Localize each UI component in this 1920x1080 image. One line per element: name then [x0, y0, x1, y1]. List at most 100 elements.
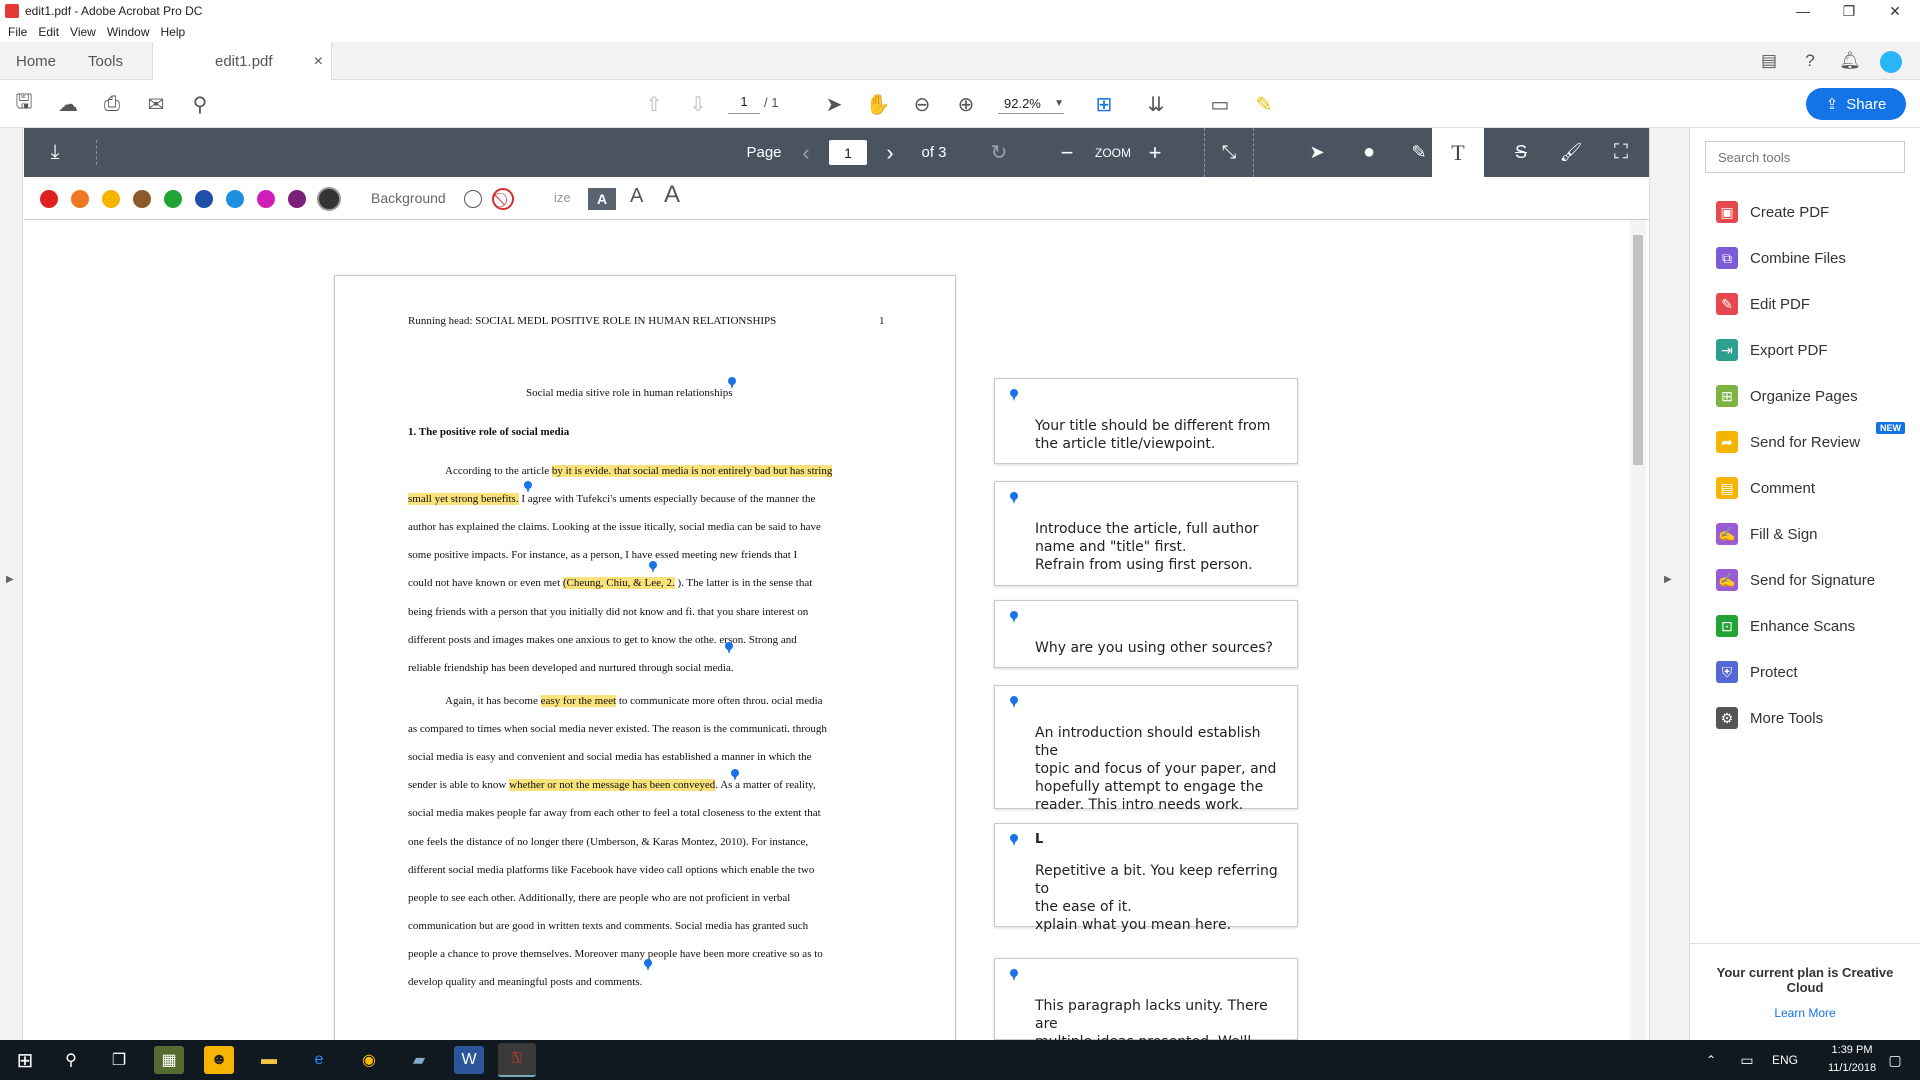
comment-card[interactable]: Your title should be different from the a… [994, 378, 1298, 464]
color-swatch-brown[interactable] [133, 190, 151, 208]
text-tool-icon[interactable]: T [1432, 128, 1484, 177]
menu-edit[interactable]: Edit [38, 25, 59, 39]
word-icon[interactable]: W [454, 1046, 484, 1074]
comment-bubble-icon[interactable]: ▤ [1755, 47, 1783, 75]
minimize-button[interactable]: — [1780, 0, 1826, 22]
highlighted-text[interactable]: whether or not the message has been conv… [509, 779, 716, 792]
prev-page-chevron-icon[interactable]: ‹ [794, 128, 818, 177]
file-explorer-icon[interactable]: ▬ [254, 1046, 284, 1074]
collapse-view-icon[interactable]: ⤡ [1204, 128, 1254, 177]
color-swatch-red[interactable] [40, 190, 58, 208]
tool-create-pdf[interactable]: ▣ Create PDF [1716, 200, 1829, 224]
comment-pin-icon[interactable] [523, 481, 533, 493]
tab-document[interactable]: edit1.pdf × [152, 42, 332, 81]
comment-pin-icon[interactable] [648, 561, 658, 573]
area-select-icon[interactable]: ⛶ [1606, 128, 1636, 177]
tool-combine-files[interactable]: ⧉ Combine Files [1716, 246, 1846, 270]
zoom-minus-icon[interactable]: − [1052, 128, 1082, 177]
keyboard-icon[interactable]: ▭ [1732, 1046, 1762, 1074]
color-swatch-green[interactable] [164, 190, 182, 208]
close-window-button[interactable]: ✕ [1872, 0, 1918, 22]
zoom-dropdown[interactable]: 92.2% ▼ [998, 94, 1064, 114]
comment-pin-icon[interactable] [727, 377, 737, 389]
learn-more-link[interactable]: Learn More [1705, 1006, 1905, 1020]
add-comment-icon[interactable]: ▭ [1206, 90, 1234, 118]
avatar[interactable] [1880, 51, 1902, 73]
highlighted-text[interactable]: (Cheung, Chiu, & Lee, 2. [562, 577, 675, 590]
save-icon[interactable]: 🖫 [10, 90, 38, 118]
comment-card[interactable]: L Repetitive a bit. You keep referring to… [994, 823, 1298, 933]
tab-tools[interactable]: Tools [88, 42, 123, 80]
app-icon[interactable]: ▦ [154, 1046, 184, 1074]
windows-start-icon[interactable]: ⊞ [10, 1046, 40, 1074]
tool-more-tools[interactable]: ⚙ More Tools [1716, 706, 1823, 730]
highlighted-text[interactable]: by it is evide. that social media is not… [551, 465, 833, 477]
comment-pin-icon[interactable] [724, 642, 734, 654]
select-arrow-icon[interactable]: ➤ [820, 90, 848, 118]
scroll-mode-icon[interactable]: ⇊ [1142, 90, 1170, 118]
menu-file[interactable]: File [8, 25, 27, 39]
comment-pin-icon[interactable] [730, 769, 740, 781]
app-icon[interactable]: ▰ [404, 1046, 434, 1074]
font-size-small-icon[interactable]: A [588, 188, 616, 210]
tool-send-signature[interactable]: ✍ Send for Signature [1716, 568, 1875, 592]
upload-cloud-icon[interactable]: ☁ [54, 90, 82, 118]
help-icon[interactable]: ? [1796, 47, 1824, 75]
tool-comment[interactable]: ▤ Comment [1716, 476, 1815, 500]
page-input[interactable]: 1 [829, 140, 867, 165]
comment-card[interactable]: An introduction should establish the topi… [994, 685, 1298, 813]
pin-tool-icon[interactable]: ● [1354, 128, 1384, 177]
email-icon[interactable]: ✉ [142, 90, 170, 118]
action-center-icon[interactable]: ▢ [1880, 1046, 1910, 1074]
zoom-in-icon[interactable]: ⊕ [952, 90, 980, 118]
tray-chevron-up-icon[interactable]: ⌃ [1696, 1046, 1726, 1074]
share-button[interactable]: ⇪ Share [1806, 88, 1906, 120]
collapse-right-panel-icon[interactable]: ▶ [1664, 574, 1672, 585]
menu-view[interactable]: View [70, 25, 96, 39]
tool-enhance-scans[interactable]: ⊡ Enhance Scans [1716, 614, 1855, 638]
comment-pin-icon[interactable] [643, 959, 653, 971]
tool-edit-pdf[interactable]: ✎ Edit PDF [1716, 292, 1810, 316]
pointer-tool-icon[interactable]: ➤ [1302, 128, 1332, 177]
color-swatch-orange[interactable] [71, 190, 89, 208]
tool-organize-pages[interactable]: ⊞ Organize Pages [1716, 384, 1858, 408]
color-swatch-black-selected[interactable] [317, 187, 341, 211]
fit-page-icon[interactable]: ⊞ [1090, 90, 1118, 118]
font-size-large-icon[interactable]: A [664, 181, 680, 209]
chrome-icon[interactable]: ◉ [354, 1046, 384, 1074]
rotate-icon[interactable]: ↻ [984, 128, 1014, 177]
task-view-icon[interactable]: ❐ [104, 1046, 134, 1074]
pen-tool-icon[interactable]: ✎ [1404, 128, 1434, 177]
tab-close-icon[interactable]: × [314, 53, 323, 71]
color-swatch-light-blue[interactable] [226, 190, 244, 208]
highlighted-text[interactable]: small yet strong benefits. [408, 493, 519, 506]
print-icon[interactable]: ⎙ [98, 90, 126, 118]
no-fill-icon[interactable]: ⃠ [492, 188, 514, 210]
tool-fill-sign[interactable]: ✍ Fill & Sign [1716, 522, 1818, 546]
document-page[interactable]: Running head: SOCIAL MEDL POSITIVE ROLE … [334, 275, 956, 1045]
vertical-scrollbar[interactable] [1630, 220, 1646, 1040]
search-icon[interactable]: ⚲ [186, 90, 214, 118]
zoom-out-icon[interactable]: ⊖ [908, 90, 936, 118]
hand-tool-icon[interactable]: ✋ [864, 90, 892, 118]
tab-home[interactable]: Home [16, 42, 56, 80]
page-number-input[interactable]: 1 [728, 94, 760, 114]
background-none-radio[interactable] [464, 190, 482, 208]
tool-protect[interactable]: ⛨ Protect [1716, 660, 1798, 684]
expand-left-panel-icon[interactable]: ▶ [6, 574, 14, 585]
color-swatch-magenta[interactable] [257, 190, 275, 208]
notification-bell-icon[interactable]: 🔔︎ [1836, 47, 1864, 75]
strikethrough-tool-icon[interactable]: S [1506, 128, 1536, 177]
internet-explorer-icon[interactable]: e [304, 1046, 334, 1074]
next-page-chevron-icon[interactable]: › [878, 128, 902, 177]
comment-card[interactable]: Introduce the article, full author name a… [994, 481, 1298, 586]
acrobat-taskbar-icon[interactable]: ⍂ [498, 1043, 536, 1077]
taskbar-search-icon[interactable]: ⚲ [56, 1046, 86, 1074]
color-swatch-purple[interactable] [288, 190, 306, 208]
app-icon[interactable]: ☻ [204, 1046, 234, 1074]
next-page-icon[interactable]: ⇩ [684, 90, 712, 118]
previous-page-icon[interactable]: ⇧ [640, 90, 668, 118]
zoom-plus-icon[interactable]: + [1140, 128, 1170, 177]
font-size-medium-icon[interactable]: A [630, 185, 643, 208]
maximize-button[interactable]: ❐ [1826, 0, 1872, 22]
